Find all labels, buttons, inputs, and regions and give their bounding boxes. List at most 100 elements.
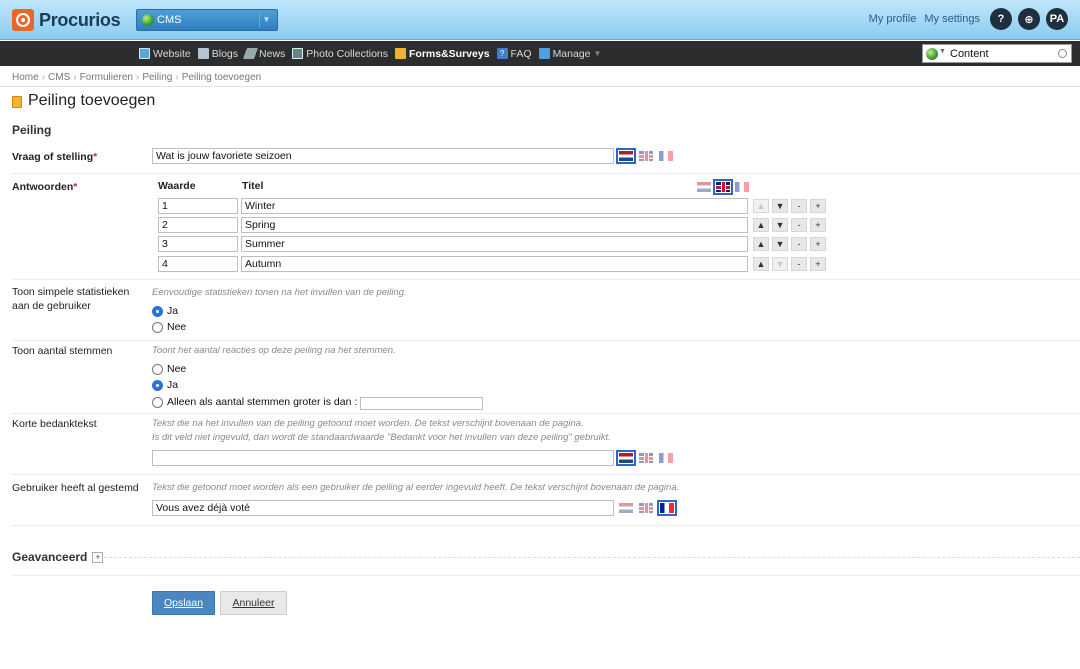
nav-item-photo-collections[interactable]: Photo Collections [292,48,388,60]
radio-checked-icon[interactable] [152,379,163,391]
flag-gb-icon[interactable] [639,453,653,463]
nav-item-forms-surveys[interactable]: Forms&Surveys [395,48,490,60]
flag-gb-icon[interactable] [639,503,653,513]
advanced-label: Geavanceerd [12,550,88,564]
website-icon [139,48,150,59]
flag-gb-icon[interactable] [639,151,653,161]
content-search-input[interactable]: ▼ Content [922,44,1072,63]
simple-stats-no-option[interactable]: Nee [152,321,186,333]
chevron-down-icon: ▼ [593,49,602,58]
remove-answer-button[interactable]: - [791,257,807,271]
radio-checked-icon[interactable] [152,305,163,317]
breadcrumb-cms[interactable]: CMS [48,72,70,83]
page-title: Peiling toevoegen [12,92,155,110]
expand-icon[interactable]: + [92,551,104,563]
move-up-button[interactable]: ▲ [753,218,769,232]
chevron-down-icon[interactable]: ▼ [939,48,946,55]
divider [12,279,1080,280]
nav-item-news[interactable]: News [243,48,285,60]
answer-title-input[interactable]: Winter [241,198,748,214]
poll-icon [12,96,22,108]
divider [0,86,1080,87]
breadcrumb-home[interactable]: Home [12,72,39,83]
manage-icon [538,48,550,59]
page-title-text: Peiling toevoegen [28,92,156,109]
divider [12,413,1080,414]
add-answer-button[interactable]: + [810,237,826,251]
photo-icon [292,48,304,59]
logo[interactable]: Procurios [12,8,121,32]
flag-fr-icon[interactable] [657,500,677,516]
vote-count-no-option[interactable]: Nee [152,363,186,375]
answer-value-input[interactable]: 3 [158,236,238,252]
search-button[interactable]: ⊕ [1018,8,1040,30]
section-title: Peiling [12,123,52,137]
module-nav: Website Blogs News Photo Collections For… [139,41,608,66]
help-button[interactable]: ? [990,8,1012,30]
question-input[interactable]: Wat is jouw favoriete seizoen [152,148,614,164]
already-voted-hint: Tekst die getoond moet worden als een ge… [152,482,680,493]
thanks-hint-line1: Tekst die na het invullen van de peiling… [152,418,584,429]
flag-fr-icon[interactable] [659,453,673,463]
cancel-button[interactable]: Annuleer [220,591,287,615]
app-select[interactable]: CMS ▼ [136,9,278,31]
move-up-button[interactable]: ▲ [753,237,769,251]
already-voted-input[interactable]: Vous avez déjà voté [152,500,614,516]
move-down-button: ▼ [772,257,788,271]
content-search-label: Content [950,48,989,60]
radio-icon[interactable] [152,321,163,333]
divider [12,173,1080,174]
breadcrumb-formulieren[interactable]: Formulieren [80,72,133,83]
top-bar: Procurios CMS ▼ My profile My settings ?… [0,0,1080,40]
my-profile-link[interactable]: My profile [869,13,917,25]
flag-gb-icon[interactable] [713,179,733,195]
search-icon[interactable] [1058,49,1067,58]
nav-item-manage[interactable]: Manage ▼ [538,47,602,60]
answer-title-input[interactable]: Autumn [241,256,748,272]
radio-icon[interactable] [152,363,163,375]
vote-count-threshold-option[interactable]: Alleen als aantal stemmen groter is dan … [152,396,357,408]
flag-fr-icon[interactable] [659,151,673,161]
nav-item-blogs[interactable]: Blogs [197,48,238,60]
answer-value-input[interactable]: 2 [158,217,238,233]
flag-fr-icon[interactable] [735,182,749,192]
flag-nl-icon[interactable] [616,450,636,466]
add-answer-button[interactable]: + [810,218,826,232]
flag-nl-icon[interactable] [616,148,636,164]
move-down-button[interactable]: ▼ [772,199,788,213]
answer-value-input[interactable]: 1 [158,198,238,214]
add-answer-button[interactable]: + [810,199,826,213]
my-settings-link[interactable]: My settings [924,13,980,25]
remove-answer-button[interactable]: - [791,218,807,232]
save-button[interactable]: Opslaan [152,591,215,615]
remove-answer-button[interactable]: - [791,199,807,213]
answer-title-input[interactable]: Spring [241,217,748,233]
vote-count-hint: Toont het aantal reacties op deze peilin… [152,345,396,356]
thanks-input[interactable] [152,450,614,466]
divider [12,340,1080,341]
add-answer-button[interactable]: + [810,257,826,271]
nav-item-faq[interactable]: ? FAQ [496,48,532,60]
flag-nl-icon[interactable] [619,503,633,513]
answer-value-input[interactable]: 4 [158,256,238,272]
nav-item-label: Manage [552,47,591,60]
breadcrumb-peiling[interactable]: Peiling [142,72,172,83]
move-up-button[interactable]: ▲ [753,257,769,271]
advanced-section-header[interactable]: Geavanceerd + [12,550,104,564]
breadcrumb: Home › CMS › Formulieren › Peiling › Peiling toe… [12,72,262,83]
radio-icon[interactable] [152,396,163,408]
nav-item-label: Website [153,47,191,60]
globe-icon [142,14,154,26]
move-down-button[interactable]: ▼ [772,218,788,232]
top-right-menu: My profile My settings ? ⊕ PA [869,8,1068,30]
blogs-icon [197,48,209,59]
user-avatar[interactable]: PA [1046,8,1068,30]
flag-nl-icon[interactable] [697,182,711,192]
vote-count-yes-option[interactable]: Ja [152,379,178,391]
simple-stats-yes-option[interactable]: Ja [152,305,178,317]
vote-threshold-input[interactable] [360,397,483,410]
nav-item-website[interactable]: Website [139,48,191,60]
remove-answer-button[interactable]: - [791,237,807,251]
move-down-button[interactable]: ▼ [772,237,788,251]
answer-title-input[interactable]: Summer [241,236,748,252]
